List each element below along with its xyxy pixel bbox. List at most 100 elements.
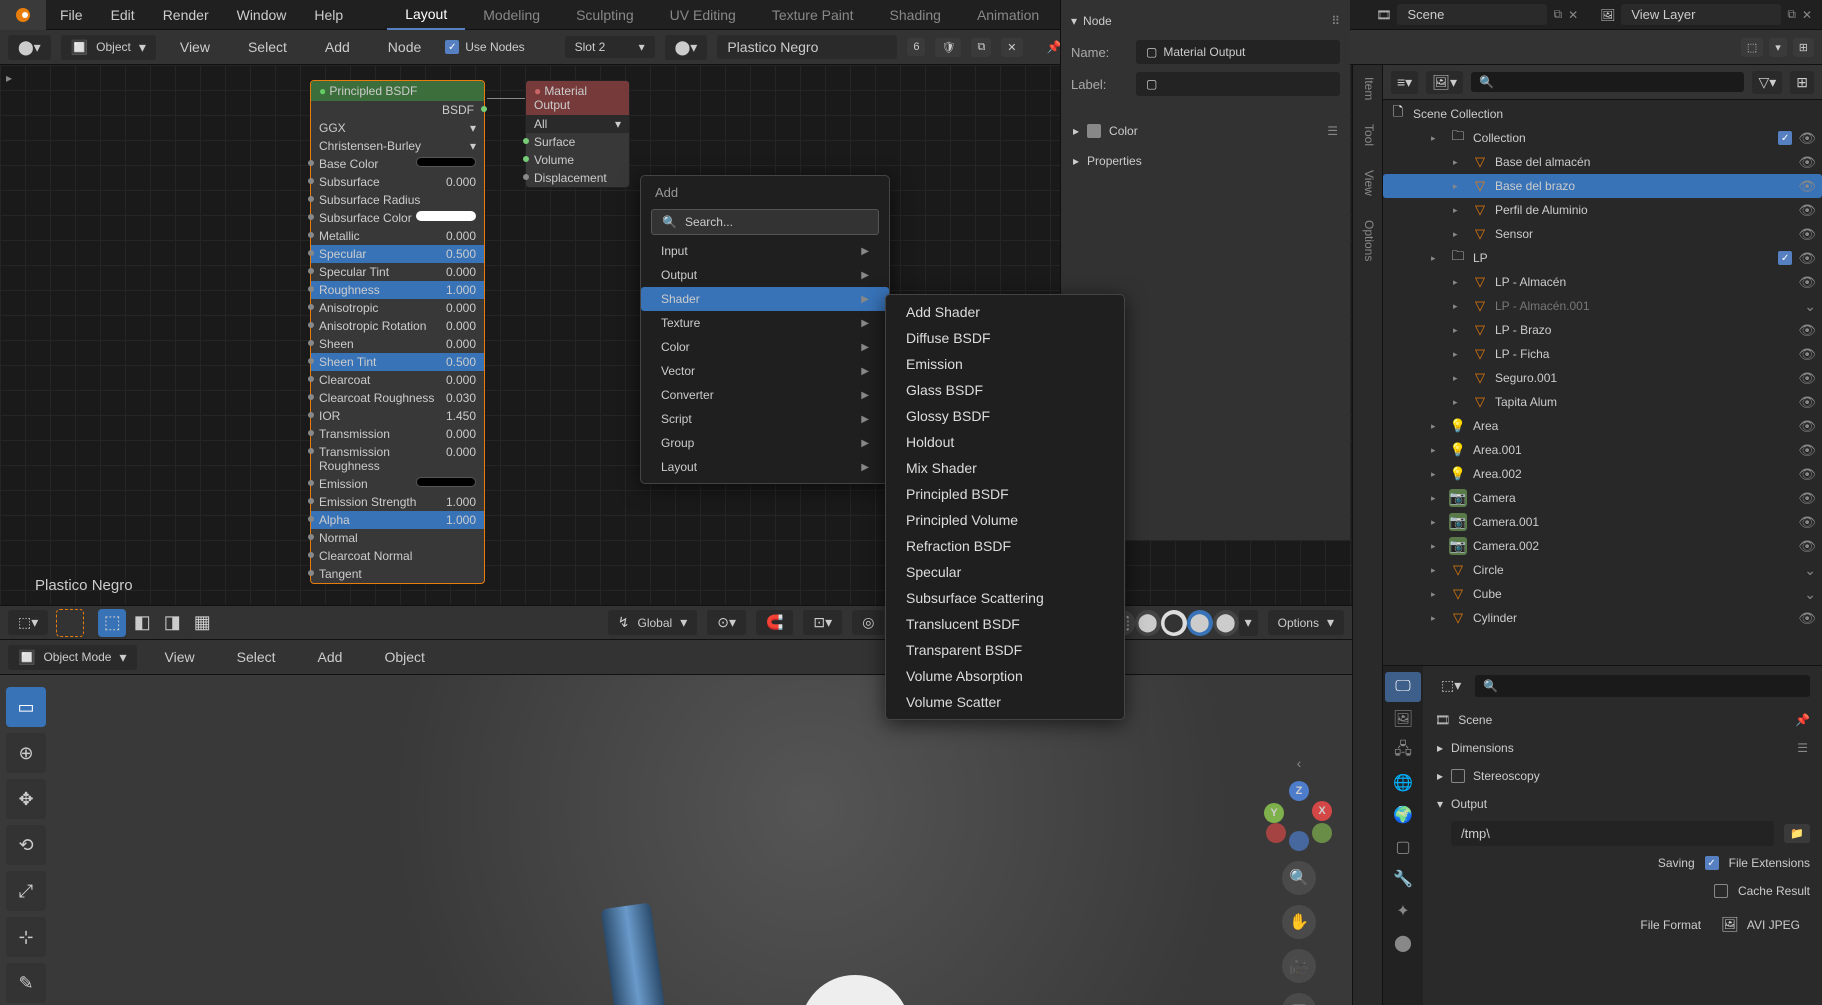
file-format-dropdown[interactable]: 🖼 AVI JPEG — [1711, 912, 1810, 937]
tree-row[interactable]: ▸🗀LP✓👁 — [1383, 246, 1822, 270]
node-param-clearcoat-normal[interactable]: Clearcoat Normal — [311, 547, 484, 565]
add-menu-shader[interactable]: Shader▶ — [641, 287, 889, 311]
menu-render[interactable]: Render — [149, 0, 223, 30]
material-name-field[interactable]: Plastico Negro — [717, 35, 897, 59]
snap-options-icon[interactable]: ▾ — [1769, 38, 1787, 57]
material-shading-icon[interactable]: ⬤ — [1187, 610, 1213, 636]
node-param-specular-tint[interactable]: Specular Tint0.000 — [311, 263, 484, 281]
disclosure-icon[interactable]: ▸ — [1453, 205, 1465, 216]
neg-y-axis[interactable] — [1312, 823, 1332, 843]
node-param-sheen-tint[interactable]: Sheen Tint0.500 — [311, 353, 484, 371]
scene-row[interactable]: 🎞Scene📌 — [1435, 709, 1810, 731]
visibility-icon[interactable]: 👁 — [1798, 250, 1816, 267]
select-invert-icon[interactable]: ◧ — [128, 609, 156, 637]
node-param-emission[interactable]: Emission — [311, 475, 484, 493]
visibility-icon[interactable]: 👁 — [1798, 394, 1816, 411]
disclosure-icon[interactable]: ▸ — [1431, 589, 1443, 600]
tab-item[interactable]: Item — [1353, 65, 1382, 112]
node-label-input[interactable]: ▢ — [1136, 72, 1340, 96]
workspace-tab-sculpting[interactable]: Sculpting — [558, 0, 652, 30]
perspective-icon[interactable]: ▦ — [1282, 993, 1316, 1005]
view-layer-icon[interactable]: 🖼▾ — [1426, 71, 1463, 94]
node-param-subsurface-color[interactable]: Subsurface Color — [311, 209, 484, 227]
shader-subsurface-scattering[interactable]: Subsurface Scattering — [886, 585, 1124, 611]
disclosure-icon[interactable]: ▸ — [1453, 181, 1465, 192]
shader-translucent-bsdf[interactable]: Translucent BSDF — [886, 611, 1124, 637]
node-param-ior[interactable]: IOR1.450 — [311, 407, 484, 425]
node-param-normal[interactable]: Normal — [311, 529, 484, 547]
disclosure-icon[interactable]: ▸ — [1431, 253, 1443, 264]
tree-row[interactable]: ▸▽Sensor👁 — [1383, 222, 1822, 246]
shader-refraction-bsdf[interactable]: Refraction BSDF — [886, 533, 1124, 559]
node-menu-view[interactable]: View — [166, 32, 224, 62]
sss-method-dropdown[interactable]: Christensen-Burley▾ — [311, 137, 484, 155]
disclosure-icon[interactable]: ▸ — [1453, 277, 1465, 288]
workspace-tab-animation[interactable]: Animation — [959, 0, 1057, 30]
visibility-icon[interactable]: 👁 — [1798, 202, 1816, 219]
tree-row[interactable]: ▸📷Camera.002👁 — [1383, 534, 1822, 558]
disclosure-icon[interactable]: ▸ — [1431, 421, 1443, 432]
shader-diffuse-bsdf[interactable]: Diffuse BSDF — [886, 325, 1124, 351]
pin-icon[interactable]: 📌 — [1795, 713, 1810, 727]
menu-edit[interactable]: Edit — [97, 0, 149, 30]
neg-z-axis[interactable] — [1289, 831, 1309, 851]
viewlayer-name-field[interactable]: View Layer — [1621, 4, 1781, 25]
solid-shading-icon[interactable]: ⬤ — [1161, 610, 1187, 636]
node-header[interactable]: ● Principled BSDF — [311, 81, 484, 101]
select-all-icon[interactable]: ⬚ — [98, 609, 126, 637]
disclosure-icon[interactable]: ▸ — [1453, 397, 1465, 408]
node-param-clearcoat-roughness[interactable]: Clearcoat Roughness0.030 — [311, 389, 484, 407]
visibility-icon[interactable]: 👁 — [1798, 490, 1816, 507]
output-panel[interactable]: ▾Output — [1435, 793, 1810, 815]
tree-row[interactable]: ▸▽Base del almacén👁 — [1383, 150, 1822, 174]
node-header[interactable]: ● Material Output — [526, 81, 629, 115]
cursor-tool[interactable]: ⊕ — [6, 733, 46, 773]
tab-view[interactable]: View — [1353, 158, 1382, 208]
node-param-transmission-roughness[interactable]: Transmission Roughness0.000 — [311, 443, 484, 475]
disclosure-icon[interactable]: ▸ — [1431, 493, 1443, 504]
shader-emission[interactable]: Emission — [886, 351, 1124, 377]
viewport-options[interactable]: Options ▾ — [1268, 610, 1344, 635]
3d-viewport[interactable]: ▭ ⊕ ✥ ⟲ ⤢ ⊹ ✎ 📏 ‹ Z X Y — [0, 675, 1352, 1005]
node-menu-node[interactable]: Node — [374, 32, 435, 62]
visibility-icon[interactable]: 👁 — [1798, 130, 1816, 147]
add-menu-layout[interactable]: Layout▶ — [641, 455, 889, 479]
mode-selector[interactable]: 🔲 Object Mode ▾ — [8, 645, 137, 670]
npanel-toggle-icon[interactable]: ‹ — [1297, 755, 1302, 771]
chevron-down-icon[interactable]: ⌄ — [1804, 562, 1816, 579]
workspace-tab-texture-paint[interactable]: Texture Paint — [754, 0, 872, 30]
tree-row[interactable]: ▸📷Camera👁 — [1383, 486, 1822, 510]
visibility-icon[interactable]: 👁 — [1798, 514, 1816, 531]
node-param-subsurface-radius[interactable]: Subsurface Radius — [311, 191, 484, 209]
node-param-clearcoat[interactable]: Clearcoat0.000 — [311, 371, 484, 389]
tree-row[interactable]: ▸▽Tapita Alum👁 — [1383, 390, 1822, 414]
viewlayer-close-icon[interactable]: ✕ — [1802, 8, 1812, 22]
tree-row[interactable]: ▸🗀Collection✓👁 — [1383, 126, 1822, 150]
node-param-specular[interactable]: Specular0.500 — [311, 245, 484, 263]
add-menu-color[interactable]: Color▶ — [641, 335, 889, 359]
filter-icon[interactable]: ▽▾ — [1752, 71, 1782, 94]
visibility-icon[interactable]: 👁 — [1798, 322, 1816, 339]
panel-title[interactable]: ▾Node⠿ — [1071, 10, 1340, 32]
search-field[interactable]: 🔍Search... — [651, 209, 879, 235]
tree-row[interactable]: ▸💡Area👁 — [1383, 414, 1822, 438]
tree-row[interactable]: ▸▽Base del brazo👁 — [1383, 174, 1822, 198]
shader-type-selector[interactable]: 🔲 Object ▾ — [61, 35, 156, 60]
shader-mix-shader[interactable]: Mix Shader — [886, 455, 1124, 481]
display-mode-icon[interactable]: ≡▾ — [1391, 71, 1418, 94]
disclosure-icon[interactable]: ▸ — [1431, 133, 1443, 144]
node-param-roughness[interactable]: Roughness1.000 — [311, 281, 484, 299]
tree-row[interactable]: ▸📷Camera.001👁 — [1383, 510, 1822, 534]
tab-viewlayer-icon[interactable]: 🖧 — [1385, 736, 1421, 766]
visibility-icon[interactable]: 👁 — [1798, 538, 1816, 555]
tab-output-icon[interactable]: 🖼 — [1385, 704, 1421, 734]
select-intersect-icon[interactable]: ◨ — [158, 609, 186, 637]
scene-close-icon[interactable]: ✕ — [1568, 8, 1578, 22]
visibility-icon[interactable]: 👁 — [1798, 442, 1816, 459]
orientation-dropdown[interactable]: ↯ Global ▾ — [608, 610, 697, 635]
workspace-tab-shading[interactable]: Shading — [872, 0, 959, 30]
material-browse-icon[interactable]: ⬤▾ — [665, 35, 708, 60]
shader-volume-absorption[interactable]: Volume Absorption — [886, 663, 1124, 689]
tab-render-icon[interactable]: 🖵 — [1385, 672, 1421, 702]
workspace-tab-layout[interactable]: Layout — [387, 0, 465, 30]
